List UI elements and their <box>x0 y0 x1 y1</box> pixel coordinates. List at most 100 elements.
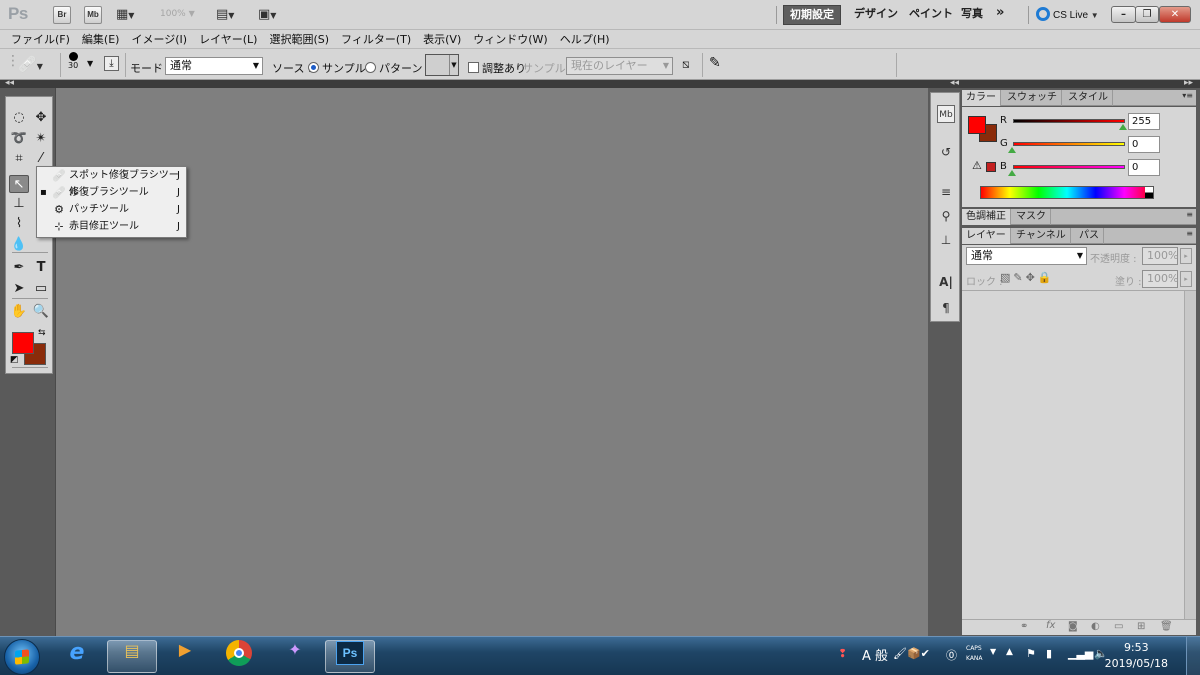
rectangle-tool-icon[interactable]: ▭ <box>31 280 51 298</box>
panel-menu-icon[interactable]: ≡ <box>1186 210 1193 219</box>
swap-colors-icon[interactable]: ⇆ <box>38 328 46 338</box>
channel-g-thumb[interactable] <box>1008 147 1016 153</box>
menu-help[interactable]: ヘルプ(H) <box>554 31 616 47</box>
hand-tool-icon[interactable]: ✋ <box>9 303 29 321</box>
brush-tool-icon[interactable]: ⊥ <box>9 195 29 213</box>
flyout-item-red-eye[interactable]: ⊹ 赤目修正ツール J <box>37 218 186 235</box>
workspace-essentials[interactable]: 初期設定 <box>783 5 841 25</box>
brush-picker[interactable]: 30 <box>68 52 78 70</box>
lock-buttons[interactable]: ▧✎✥🔒 <box>1000 271 1055 284</box>
workspace-photography[interactable]: 写真 <box>955 5 989 25</box>
start-button[interactable] <box>4 639 40 675</box>
brush-panel-icon[interactable]: ⚲ <box>937 207 955 225</box>
show-hidden-icons-button[interactable]: ▲ <box>1006 647 1013 657</box>
adjustment-layer-icon[interactable]: ◐ <box>1091 621 1100 632</box>
clone-source-panel-icon[interactable]: ⤓ <box>104 56 119 71</box>
channel-r-slider[interactable] <box>1013 119 1125 123</box>
expand-panels-icon[interactable]: ▸▸ <box>1184 78 1193 88</box>
zoom-tool-icon[interactable]: 🔍 <box>31 303 51 321</box>
workspace-design[interactable]: デザイン <box>848 5 904 25</box>
lasso-tool-icon[interactable]: ➰ <box>9 130 29 148</box>
channel-r-value[interactable]: 255 <box>1128 113 1160 130</box>
file-explorer-icon[interactable]: ▤ <box>107 640 157 673</box>
menu-window[interactable]: ウィンドウ(W) <box>467 31 553 47</box>
layer-blend-mode-dropdown[interactable]: 通常 ▼ <box>966 247 1087 265</box>
panel-menu-icon[interactable]: ▾≡ <box>1182 91 1193 100</box>
aligned-checkbox[interactable]: 調整あり <box>468 60 526 76</box>
layer-style-icon[interactable]: fx <box>1046 620 1055 631</box>
channel-g-value[interactable]: 0 <box>1128 136 1160 153</box>
path-selection-tool-icon[interactable]: ➤ <box>9 280 29 298</box>
layers-list[interactable] <box>962 291 1182 619</box>
network-signal-icon[interactable]: ▁▃▅ <box>1068 647 1093 660</box>
ime-help-icon[interactable]: ⓪ <box>946 647 957 663</box>
sample-layer-dropdown[interactable]: 現在のレイヤー ▼ <box>566 57 673 75</box>
new-group-icon[interactable]: ▭ <box>1114 621 1123 632</box>
restore-button[interactable]: ❐ <box>1135 6 1159 23</box>
collapse-panels-icon[interactable]: ◂◂ <box>950 78 959 88</box>
photoshop-taskbar-icon[interactable]: Ps <box>325 640 375 673</box>
character-icon[interactable]: A| <box>937 273 955 291</box>
menu-layer[interactable]: レイヤー(L) <box>193 31 263 47</box>
mode-dropdown[interactable]: 通常 ▼ <box>165 57 263 75</box>
add-mask-icon[interactable]: ◙ <box>1068 621 1078 632</box>
menu-view[interactable]: 表示(V) <box>417 31 467 47</box>
tab-paths[interactable]: パス <box>1075 228 1104 244</box>
history-icon[interactable]: ↺ <box>937 143 955 161</box>
flyout-item-patch[interactable]: ⚙ パッチツール J <box>37 201 186 218</box>
view-extras-icon[interactable]: ▦▼ <box>116 7 134 22</box>
system-clock[interactable]: 9:53 2019/05/18 <box>1105 640 1168 672</box>
brush-picker-arrow[interactable]: ▼ <box>87 59 93 68</box>
action-center-flag-icon[interactable]: ⚑ <box>1026 647 1036 660</box>
flyout-item-healing-brush[interactable]: ▪ 🩹 修復ブラシツール J <box>37 184 186 201</box>
panel-menu-icon[interactable]: ≡ <box>1186 229 1193 238</box>
more-workspaces-button[interactable]: » <box>990 5 1010 25</box>
tab-swatches[interactable]: スウォッチ <box>1003 90 1062 106</box>
flyout-item-spot-healing-brush[interactable]: 🩹 スポット修復ブラシツール J <box>37 167 186 198</box>
source-sampled-radio[interactable]: サンプル <box>308 60 366 76</box>
layers-scrollbar[interactable] <box>1184 291 1196 619</box>
arrange-documents-icon[interactable]: ▤▼ <box>216 7 234 22</box>
link-layers-icon[interactable]: ⚭ <box>1020 621 1028 632</box>
healing-brush-tool-icon[interactable]: ↖ <box>9 175 29 193</box>
fill-field[interactable]: 100% <box>1142 270 1178 288</box>
menu-image[interactable]: イメージ(I) <box>125 31 193 47</box>
marquee-tool-icon[interactable]: ◌ <box>9 109 29 127</box>
tab-color[interactable]: カラー <box>962 90 1001 106</box>
opacity-slider-button[interactable]: ▸ <box>1180 248 1192 264</box>
trash-icon[interactable]: 🗑 <box>1160 621 1173 632</box>
out-of-gamut-warning-icon[interactable]: ⚠ <box>972 159 982 172</box>
color-panel-foreground-swatch[interactable] <box>968 116 986 134</box>
mini-bridge-button[interactable]: Mb <box>84 6 102 24</box>
pen-tool-icon[interactable]: ✒ <box>9 259 29 277</box>
tab-adjustments[interactable]: 色調補正 <box>962 209 1011 225</box>
screen-mode-icon[interactable]: ▣▼ <box>258 7 276 22</box>
ime-mode-indicator[interactable]: A 般 <box>862 645 888 664</box>
channel-b-value[interactable]: 0 <box>1128 159 1160 176</box>
clone-stamp-tool-icon[interactable]: ⌇ <box>9 215 29 233</box>
channel-g-slider[interactable] <box>1013 142 1125 146</box>
tab-layers[interactable]: レイヤー <box>962 228 1011 244</box>
internet-explorer-icon[interactable]: e <box>52 640 102 673</box>
close-button[interactable]: ✕ <box>1159 6 1191 23</box>
healing-brush-preset-icon[interactable]: 🩹▼ <box>18 55 43 73</box>
fill-slider-button[interactable]: ▸ <box>1180 271 1192 287</box>
minimize-button[interactable]: – <box>1111 6 1136 23</box>
brush-presets-icon[interactable]: ≡ <box>937 183 955 201</box>
battery-icon[interactable]: ▮ <box>1046 647 1052 660</box>
show-desktop-button[interactable] <box>1186 637 1200 675</box>
paint-app-icon[interactable]: ✦ <box>270 640 320 673</box>
menu-edit[interactable]: 編集(E) <box>76 31 126 47</box>
bridge-button[interactable]: Br <box>53 6 71 24</box>
move-tool-icon[interactable]: ✥ <box>31 109 51 127</box>
color-spectrum-ramp[interactable] <box>980 186 1154 199</box>
channel-b-thumb[interactable] <box>1008 170 1016 176</box>
zoom-level-dropdown[interactable]: 100% ▼ <box>160 9 195 19</box>
channel-b-slider[interactable] <box>1013 165 1125 169</box>
gamut-color-swatch[interactable] <box>986 162 996 172</box>
type-tool-icon[interactable]: T <box>31 259 51 277</box>
clone-source-icon[interactable]: ⊥ <box>937 231 955 249</box>
pattern-picker[interactable]: ▼ <box>425 54 459 76</box>
tab-channels[interactable]: チャンネル <box>1012 228 1071 244</box>
cs-live-menu[interactable]: CS Live ▼ <box>1036 7 1099 21</box>
